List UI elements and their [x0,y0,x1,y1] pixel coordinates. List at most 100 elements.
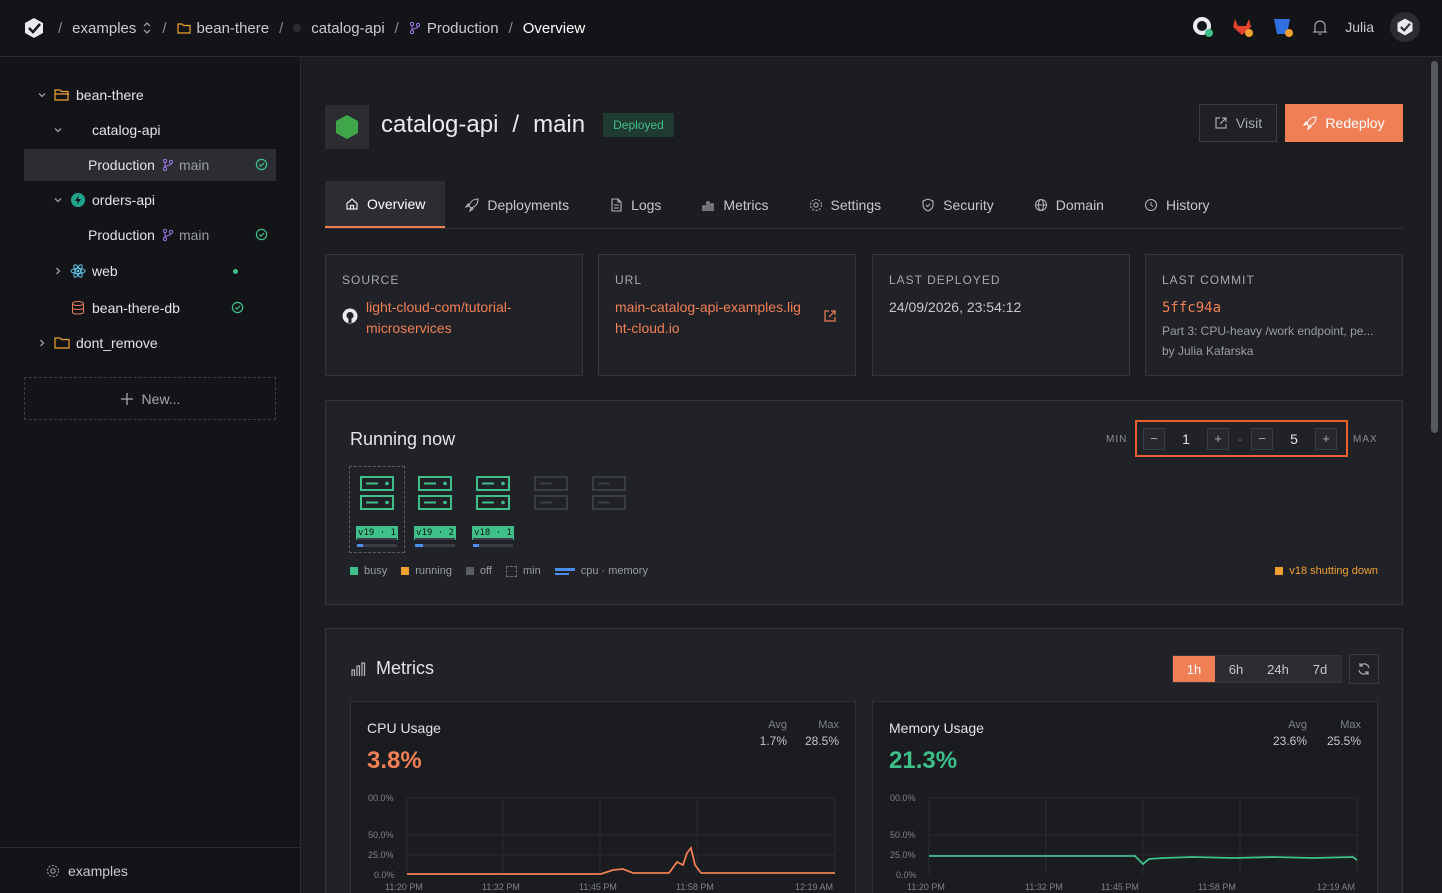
github-status-icon[interactable] [1191,15,1215,39]
tab-domain[interactable]: Domain [1014,181,1124,228]
url-link-continued[interactable]: ht-cloud.io [615,318,801,339]
y-tick-label: 50.0% [368,830,394,840]
source-link[interactable]: light-cloud-com/tutorial- [366,297,512,318]
breadcrumb-project[interactable]: bean-there [176,20,269,37]
url-link[interactable]: main-catalog-api-examples.lig [615,297,801,318]
last-deployed-card: LAST DEPLOYED 24/09/2026, 23:54:12 [872,254,1130,376]
min-value[interactable]: 1 [1171,431,1201,447]
range-1h[interactable]: 1h [1173,656,1215,682]
top-right-actions: Julia [1191,12,1420,42]
instance-memory-track [357,538,397,540]
legend-running: running [401,565,452,577]
visit-button[interactable]: Visit [1199,104,1277,142]
memory-avg: Avg 23.6% [1272,719,1307,748]
source-link-continued[interactable]: microservices [366,318,512,339]
time-range-selector: 1h 6h 24h 7d [1172,655,1342,683]
instance-tile[interactable]: v18 · 1 [468,474,518,554]
main-scrollbar[interactable] [1427,57,1442,893]
max-value[interactable]: 5 [1279,431,1309,447]
breadcrumb-org[interactable]: examples [72,20,152,37]
y-tick-label: 25.0% [890,850,916,860]
instance-cpu-track [415,544,455,547]
legend-min: min [505,565,541,577]
avatar[interactable] [1390,12,1420,42]
service-icon [325,105,369,149]
breadcrumb-environment[interactable]: Production [409,20,499,37]
rocket-icon [465,197,479,212]
tab-overview[interactable]: Overview [325,181,446,228]
new-button[interactable]: New... [24,377,276,420]
sidebar-service-bean-there-db[interactable]: bean-there-db [70,292,252,324]
breadcrumb-service[interactable]: catalog-api [293,20,385,37]
cpu-current-value: 3.8% [367,747,422,774]
chevron-down-icon[interactable] [52,194,64,206]
chevron-down-icon[interactable] [36,89,48,101]
tab-logs[interactable]: Logs [589,181,681,228]
sidebar-env-orders-production[interactable]: Production main [24,219,276,251]
min-decrement-button[interactable]: − [1143,427,1165,450]
x-tick-label: 11:45 PM [579,882,617,892]
bar-chart-icon [351,661,366,676]
memory-max: Max 25.5% [1326,719,1361,748]
cpu-usage-chart: 00.0% 50.0% 25.0% 0.0% 11:20 PM 11:32 PM… [368,793,836,892]
external-link-icon[interactable] [823,309,837,323]
app-logo-icon[interactable] [22,16,46,40]
sidebar-project-dont-remove[interactable]: dont_remove [36,327,276,359]
legend-off: off [465,565,492,577]
range-6h[interactable]: 6h [1215,656,1257,682]
cpu-series-line [407,845,835,875]
user-name[interactable]: Julia [1345,19,1374,35]
sidebar-service-orders-api[interactable]: orders-api [52,184,276,216]
sidebar-service-web[interactable]: web [52,255,252,287]
scrollbar-thumb[interactable] [1431,61,1438,433]
folder-open-icon [54,89,69,101]
sidebar-env-catalog-production[interactable]: Production main [24,149,276,181]
y-tick-label: 25.0% [368,850,394,860]
last-commit-card: LAST COMMIT 5ffc94a Part 3: CPU-heavy /w… [1145,254,1403,376]
git-branch-icon [162,158,174,172]
running-title: Running now [350,429,456,449]
chevron-right-icon[interactable] [36,337,48,349]
sidebar-project-bean-there[interactable]: bean-there [36,79,276,111]
refresh-icon [1358,663,1370,675]
bell-icon[interactable] [1311,18,1329,36]
max-increment-button[interactable]: + [1315,427,1337,450]
range-24h[interactable]: 24h [1257,656,1299,682]
home-icon [346,197,358,210]
chevron-up-down-icon [143,22,151,34]
bitbucket-status-icon[interactable] [1271,15,1295,39]
redeploy-button[interactable]: Redeploy [1285,104,1403,142]
commit-sha[interactable]: 5ffc94a [1162,300,1221,316]
chevron-right-icon[interactable] [52,265,64,277]
breadcrumb-current: Overview [522,19,586,37]
min-label: MIN [1106,434,1128,445]
check-circle-icon [231,301,244,314]
chevron-down-icon[interactable] [52,124,64,136]
sidebar-service-catalog-api[interactable]: catalog-api [52,114,276,146]
instance-cpu-track [357,544,397,547]
breadcrumb: / examples / bean-there / catalog-api / … [58,19,586,37]
tab-metrics[interactable]: Metrics [681,181,788,228]
tab-history[interactable]: History [1124,181,1230,228]
refresh-button[interactable] [1349,654,1379,684]
clock-icon [1144,198,1157,211]
instance-cpu-fill [357,544,363,547]
database-icon [72,301,84,315]
gitlab-status-icon[interactable] [1231,15,1255,39]
folder-icon [54,337,70,349]
range-7d[interactable]: 7d [1299,656,1341,682]
gear-icon [809,198,822,211]
git-branch-icon [409,21,420,35]
check-circle-icon [255,158,268,171]
last-deployed-value: 24/09/2026, 23:54:12 [889,299,1022,315]
tab-deployments[interactable]: Deployments [445,181,589,228]
github-icon [342,308,358,324]
min-increment-button[interactable]: + [1207,427,1229,450]
tab-security[interactable]: Security [901,181,1014,228]
tab-settings[interactable]: Settings [789,181,902,228]
max-decrement-button[interactable]: − [1251,427,1273,450]
server-busy-icon [360,476,394,510]
sidebar-footer-settings[interactable]: examples [0,847,300,893]
instance-tile[interactable]: v19 · 2 [410,474,460,554]
instance-tile[interactable]: v19 · 1 [352,474,402,554]
